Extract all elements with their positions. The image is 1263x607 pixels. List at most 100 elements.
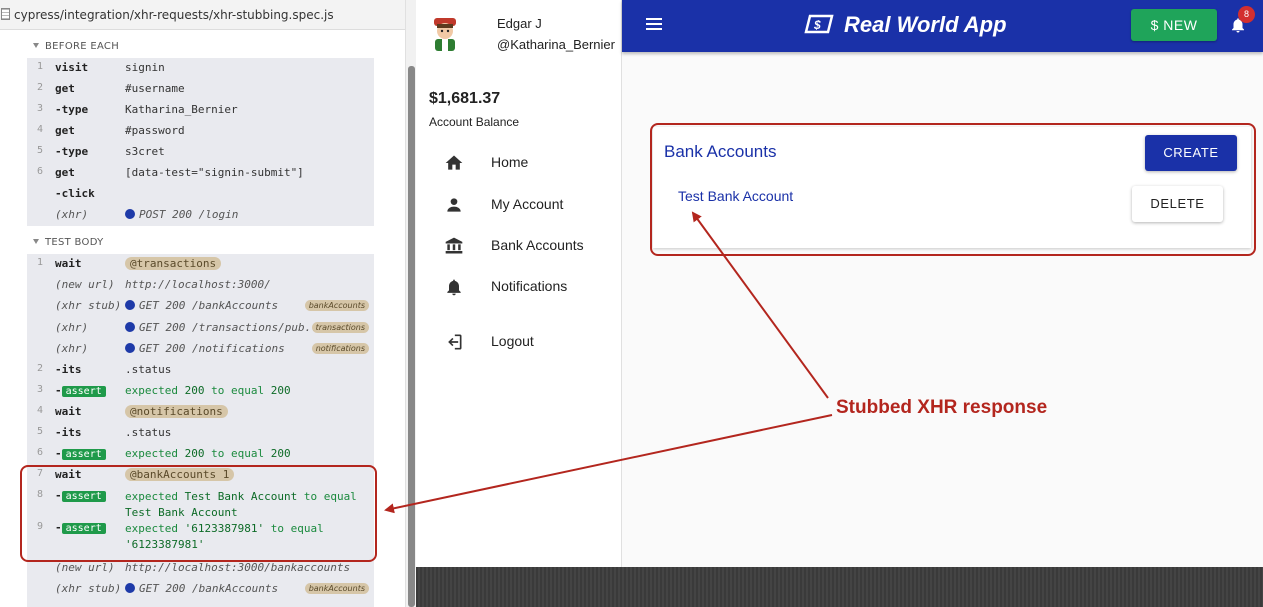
command-message: http://localhost:3000/bankaccounts [125,561,351,574]
nav-item-notifications[interactable]: Notifications [416,267,622,305]
command-name: (xhr stub) [55,582,122,595]
command-message: [data-test="signin-submit"] [125,166,304,179]
command-name: (xhr) [55,342,89,355]
command-row[interactable]: -click [27,184,374,205]
command-message: .status [125,363,172,376]
command-message: GET 200 /notifications [125,342,285,355]
command-number: 2 [37,82,44,93]
person-icon [447,198,461,212]
command-message: #username [125,82,185,95]
account-balance-label: Account Balance [429,115,520,129]
caret-down-icon [33,239,39,244]
command-number: 6 [37,447,44,458]
command-row[interactable]: 5 -type s3cret [27,142,374,163]
avatar[interactable] [430,16,460,52]
command-message: Katharina_Bernier [125,103,238,116]
app-bar: $ Real World App $ NEW 8 [622,0,1263,52]
xhr-status-dot-icon [125,300,135,310]
command-row[interactable]: 3 -type Katharina_Bernier [27,100,374,121]
account-balance: $1,681.37 [429,90,501,107]
command-name: -its [55,363,82,376]
command-number: 1 [37,61,44,72]
xhr-status-dot-icon [125,583,135,593]
command-name: (xhr) [55,208,89,221]
command-row[interactable]: 3 - assert expected 200 to equal 200 [27,381,374,402]
brand-logo: $ Real World App [802,12,1007,40]
command-row[interactable]: 6 - assert expected 200 to equal 200 [27,444,374,465]
command-name: wait [55,257,82,270]
command-row[interactable]: (xhr stub) GET 200 /bankAccounts bankAccou… [27,579,374,600]
command-message: @notifications [125,405,228,418]
spec-path-bar[interactable]: cypress/integration/xhr-requests/xhr-stu… [0,0,405,30]
command-number: 5 [37,426,44,437]
new-transaction-button[interactable]: $ NEW [1131,9,1217,41]
alias-tag: @notifications [125,405,228,418]
command-message: GET 200 /bankAccounts [125,582,278,595]
alias-badge: notifications [311,343,369,354]
command-name: -its [55,426,82,439]
svg-text:$: $ [813,18,821,32]
nav-item-logout[interactable]: Logout [416,322,622,360]
command-name: get [55,166,75,179]
command-row[interactable]: 1 visit signin [27,58,374,79]
command-message: @transactions [125,257,222,270]
command-number: 4 [37,405,44,416]
nav-item-home[interactable]: Home [416,143,622,181]
command-name: visit [55,61,89,74]
command-row[interactable]: 4 get #password [27,121,374,142]
command-number: 6 [37,166,44,177]
command-name: wait [55,405,82,418]
command-message: http://localhost:3000/ [125,278,271,291]
alias-badge: bankAccounts [304,300,369,311]
assert-badge: assert [61,449,106,460]
scrollbar-thumb[interactable] [408,66,415,607]
command-name: - assert [55,447,106,460]
xhr-status-dot-icon [125,322,135,332]
alias-badge: bankAccounts [304,583,369,594]
caret-down-icon [33,43,39,48]
command-number: 3 [37,384,44,395]
viewport-bottom-strip [416,567,1263,607]
command-number: 5 [37,145,44,156]
assert-badge: assert [61,386,106,397]
command-row[interactable]: (new url) http://localhost:3000/ [27,275,374,296]
command-message: signin [125,61,165,74]
command-row[interactable]: 6 get [data-test="signin-submit"] [27,163,374,184]
test-body-header[interactable]: TEST BODY [33,237,104,248]
bell-icon [447,279,461,296]
bank-icon [445,237,463,254]
command-row[interactable]: (xhr) GET 200 /notifications notifications [27,339,374,360]
command-name: get [55,124,75,137]
command-message: expected 200 to equal 200 [125,447,291,460]
command-name: (new url) [55,561,115,574]
side-drawer: Edgar J @Katharina_Bernier $1,681.37 Acc… [416,0,622,567]
command-row[interactable]: (xhr stub) GET 200 /bankAccounts bankAccou… [27,296,374,317]
command-row[interactable]: 2 -its .status [27,360,374,381]
logout-icon [448,334,462,350]
command-message: expected 200 to equal 200 [125,384,291,397]
command-number: 4 [37,124,44,135]
command-message: .status [125,426,172,439]
before-each-header[interactable]: BEFORE EACH [33,41,119,52]
command-number: 3 [37,103,44,114]
command-row[interactable]: 4 wait @notifications [27,402,374,423]
command-row[interactable]: 1 wait @transactions [27,254,374,275]
rwa-logo-icon: $ [804,14,834,34]
nav-item-bank-accounts[interactable]: Bank Accounts [416,226,622,264]
before-each-block: 1 visit signin 2 get #username 3 -type Katharina… [27,58,374,226]
command-log-scrollbar[interactable] [405,0,416,607]
nav-item-my-account[interactable]: My Account [416,185,622,223]
menu-icon[interactable] [646,18,662,30]
user-fullname: Edgar J [497,16,542,31]
command-row[interactable]: 5 -its .status [27,423,374,444]
highlight-bank-accounts [650,123,1256,256]
command-name: -type [55,145,89,158]
command-name: - assert [55,384,106,397]
highlight-wait-assertions [20,465,377,562]
command-row[interactable]: 2 get #username [27,79,374,100]
command-message: s3cret [125,145,165,158]
command-row[interactable]: (xhr) GET 200 /transactions/pub... transac… [27,318,374,339]
command-row[interactable]: (xhr) POST 200 /login [27,205,374,226]
spec-path: cypress/integration/xhr-requests/xhr-stu… [14,8,334,22]
command-name: -click [55,187,95,200]
